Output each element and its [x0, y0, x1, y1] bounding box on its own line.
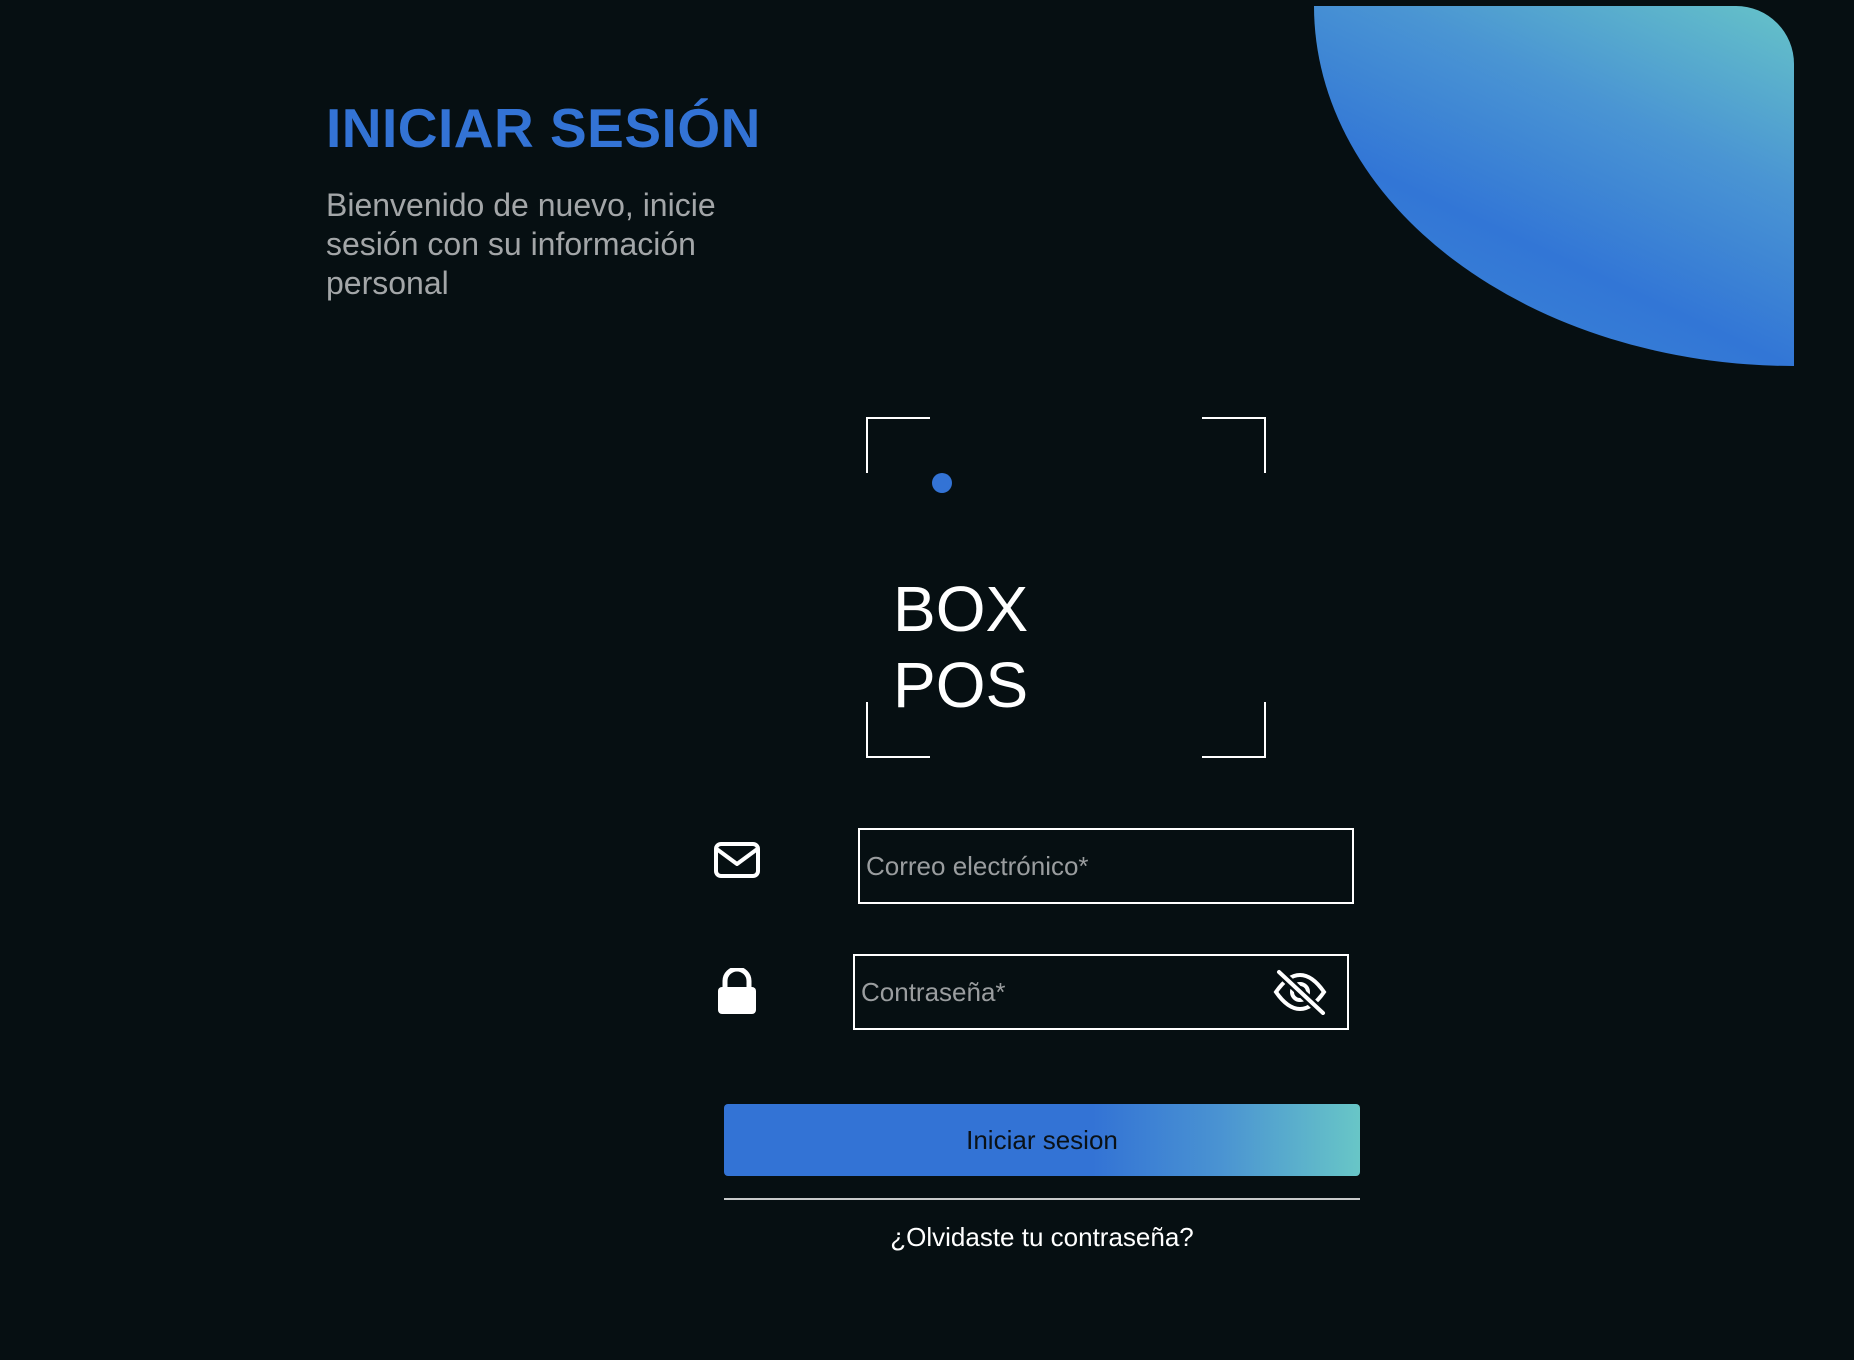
forgot-password-link[interactable]: ¿Olvidaste tu contraseña? [724, 1222, 1360, 1253]
logo-dot [932, 473, 952, 493]
login-button[interactable]: Iniciar sesion [724, 1104, 1360, 1176]
logo-bracket-top-right [1202, 417, 1266, 473]
logo-bracket-top-left [866, 417, 930, 473]
password-input[interactable] [861, 956, 1281, 1028]
divider [724, 1198, 1360, 1200]
password-field-box [853, 954, 1349, 1030]
email-field-box [858, 828, 1354, 904]
eye-slash-icon[interactable] [1271, 968, 1329, 1017]
logo-bracket-bottom-right [1202, 702, 1266, 758]
page-subtitle: Bienvenido de nuevo, inicie sesión con s… [326, 187, 716, 301]
page-title: INICIAR SESIÓN [326, 97, 761, 159]
boxpos-logo: BOX POS [866, 417, 1266, 758]
lock-icon [712, 966, 762, 1014]
logo-text-line-2: POS [893, 649, 1029, 721]
envelope-icon [712, 838, 762, 882]
logo-text: BOX POS [893, 571, 1028, 723]
logo-text-line-1: BOX [893, 573, 1029, 645]
decorative-corner-shape [1314, 6, 1794, 366]
login-page: INICIAR SESIÓN Bienvenido de nuevo, inic… [0, 0, 1854, 1360]
email-input[interactable] [866, 830, 1286, 902]
